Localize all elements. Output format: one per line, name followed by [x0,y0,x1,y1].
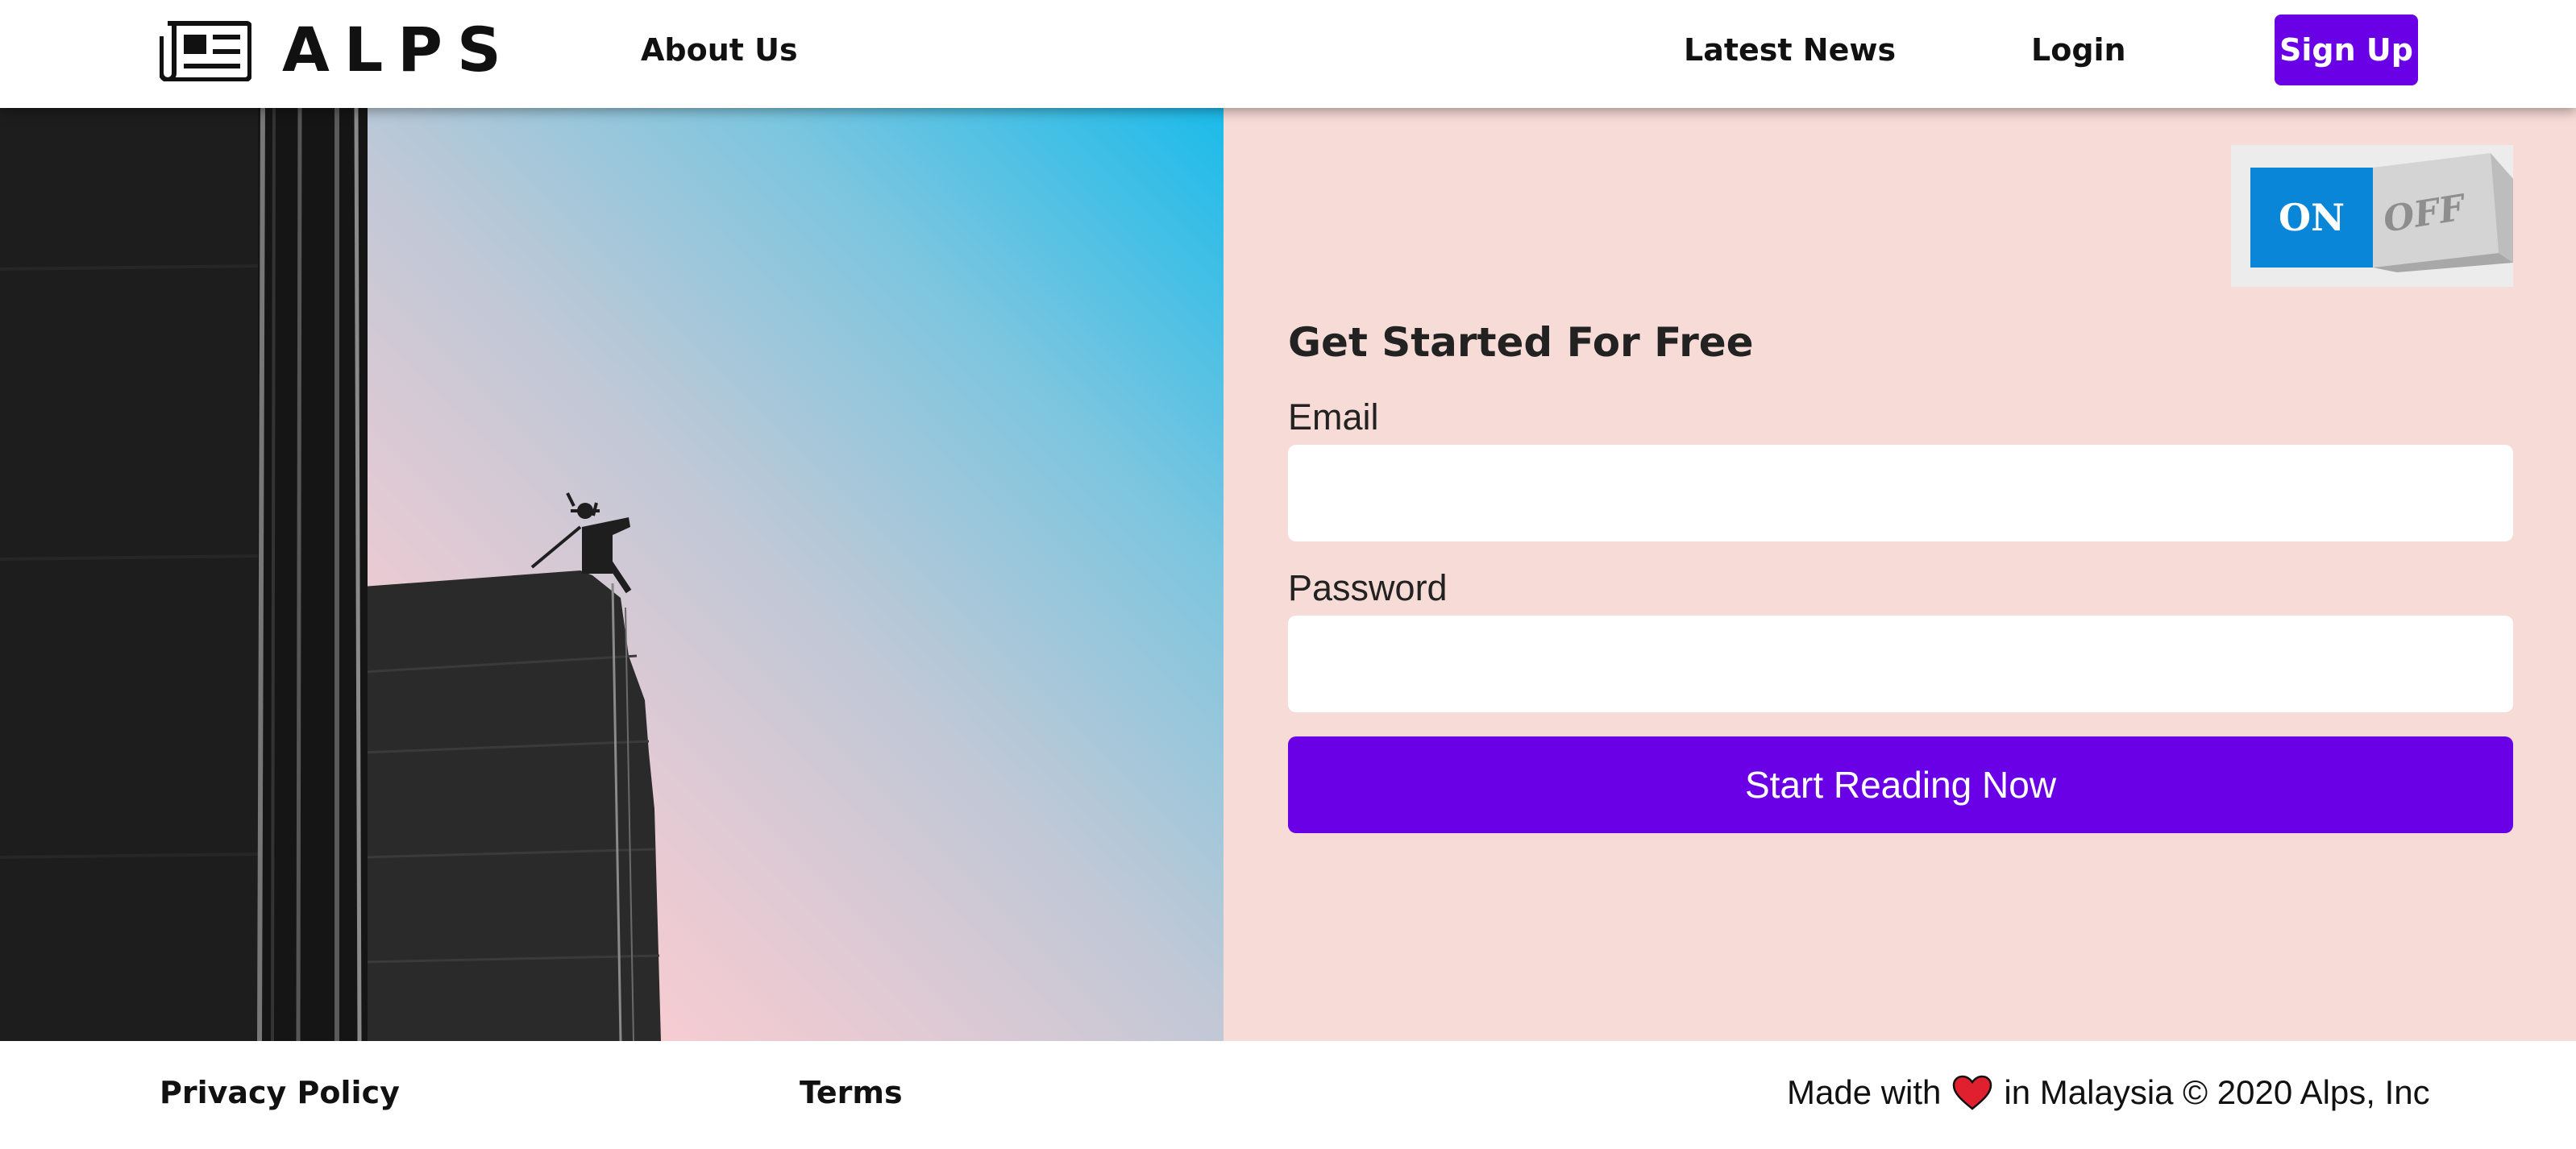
signup-button[interactable]: Sign Up [2275,15,2418,85]
toggle-off-button[interactable]: OFF [2373,145,2513,287]
password-label: Password [1288,567,1448,608]
on-off-toggle[interactable]: ON OFF [2231,145,2513,287]
hero-image [0,108,1224,1041]
email-field[interactable] [1288,445,2513,541]
heart-icon [1953,1075,1992,1110]
form-title: Get Started For Free [1288,319,1754,366]
newspaper-icon [160,21,251,81]
nav-latest-news[interactable]: Latest News [1684,29,1896,71]
made-with-suffix: in Malaysia © 2020 Alps, Inc [2004,1073,2430,1111]
password-field[interactable] [1288,616,2513,712]
made-with-prefix: Made with [1787,1073,1942,1111]
made-with-credit: Made with in Malaysia © 2020 Alps, Inc [1787,1073,2430,1112]
footer-privacy-policy[interactable]: Privacy Policy [160,1075,400,1110]
brand-name: ALPS [282,14,516,85]
start-reading-button[interactable]: Start Reading Now [1288,736,2513,833]
signup-panel: ON OFF Get Started For Free Email Passwo… [1224,108,2576,1041]
email-label: Email [1288,396,1379,438]
navbar: ALPS About Us Latest News Login Sign Up [0,0,2576,108]
nav-about-us[interactable]: About Us [641,29,798,71]
nav-login[interactable]: Login [2031,29,2126,71]
brand-logo[interactable]: ALPS [160,18,516,82]
footer: Privacy Policy Terms Made with in Malays… [0,1041,2576,1149]
footer-terms[interactable]: Terms [800,1075,903,1110]
building-silhouette [0,108,661,1041]
toggle-on-button[interactable]: ON [2250,168,2373,268]
